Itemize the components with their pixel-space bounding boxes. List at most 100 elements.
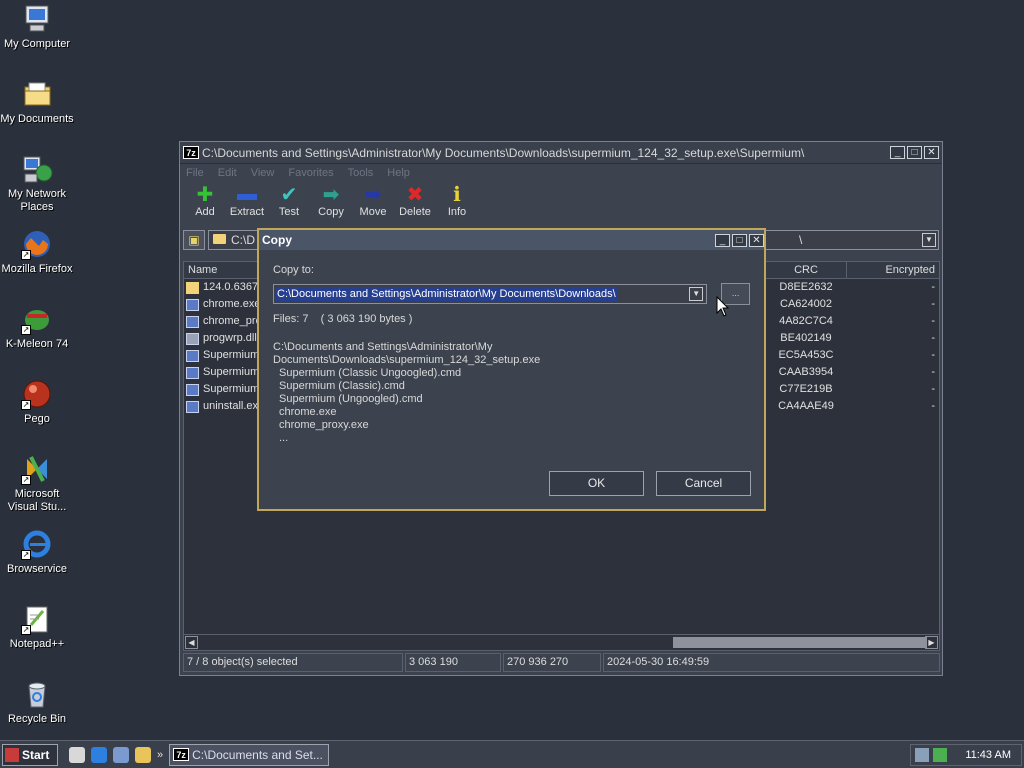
copy-dialog: Copy _ □ ✕ Copy to: C:\Documents and Set… [257, 228, 766, 511]
window-titlebar[interactable]: 7z C:\Documents and Settings\Administrat… [180, 142, 942, 164]
desktop-icon-network-places[interactable]: My Network Places [0, 153, 74, 214]
row-crc: EC5A453C [778, 349, 834, 361]
files-info: Files: 7 ( 3 063 190 bytes ) [273, 313, 413, 325]
column-name[interactable]: Name [184, 262, 268, 278]
desktop-icon-label: My Documents [0, 113, 74, 125]
quick-launch-more[interactable]: » [157, 749, 163, 761]
security-tray-icon[interactable] [933, 747, 947, 762]
info-icon: ℹ [453, 183, 461, 206]
extract-button[interactable]: ▬ Extract [226, 182, 268, 228]
desktop-icon-recycle-bin[interactable]: Recycle Bin [0, 678, 74, 726]
scroll-thumb[interactable] [673, 637, 927, 648]
visual-studio-icon: ↗ [21, 453, 53, 485]
menu-tools[interactable]: Tools [348, 167, 374, 179]
desktop-icon-label: Mozilla Firefox [1, 263, 73, 275]
maximize-button[interactable]: □ [907, 146, 922, 159]
horizontal-scrollbar[interactable]: ◀ ▶ [184, 634, 939, 650]
shortcut-arrow-icon: ↗ [21, 250, 31, 260]
menu-file[interactable]: File [186, 167, 204, 179]
quick-launch: » [66, 746, 163, 763]
destination-path-text: C:\Documents and Settings\Administrator\… [276, 287, 617, 301]
desktop-icon-firefox[interactable]: ↗ Mozilla Firefox [0, 228, 74, 276]
dll-file-icon [186, 332, 199, 345]
row-encrypted: - [931, 315, 935, 327]
desktop-icon-k-meleon[interactable]: ↗ K-Meleon 74 [0, 303, 74, 351]
chevron-down-icon[interactable]: ▼ [689, 287, 704, 301]
clock[interactable]: 11:43 AM [965, 749, 1011, 761]
pego-icon: ↗ [21, 378, 53, 410]
column-crc[interactable]: CRC [765, 262, 847, 278]
dialog-minimize-button[interactable]: _ [715, 233, 730, 247]
menu-view[interactable]: View [251, 167, 275, 179]
exe-file-icon [186, 315, 199, 328]
address-text: C:\D [231, 233, 255, 247]
network-tray-icon[interactable] [915, 747, 929, 762]
show-desktop-icon[interactable] [69, 746, 85, 763]
list-item: chrome_proxy.exe [279, 419, 369, 431]
minimize-button[interactable]: _ [890, 146, 905, 159]
add-label: Add [195, 206, 215, 218]
list-item: Supermium (Classic Ungoogled).cmd [279, 367, 462, 379]
move-arrow-icon: ➡ [364, 183, 382, 206]
shortcut-arrow-icon: ↗ [21, 400, 31, 410]
status-packed: 270 936 270 [503, 653, 601, 672]
add-button[interactable]: ✚ Add [184, 182, 226, 228]
address-tail-text: \ [799, 233, 803, 247]
info-button[interactable]: ℹ Info [436, 182, 478, 228]
ok-button[interactable]: OK [549, 471, 644, 496]
shortcut-arrow-icon: ↗ [21, 475, 31, 485]
dialog-maximize-button[interactable]: □ [732, 233, 747, 247]
cmd-file-icon [186, 366, 199, 379]
row-crc: CA4AAE49 [778, 400, 834, 412]
dialog-title: Copy [262, 233, 292, 247]
desktop-icon-my-documents[interactable]: My Documents [0, 78, 74, 126]
scroll-left-icon[interactable]: ◀ [185, 636, 198, 649]
computer-icon [21, 3, 53, 35]
taskbar-item-7zip[interactable]: 7z C:\Documents and Set... [169, 743, 330, 766]
dialog-titlebar[interactable]: Copy _ □ ✕ [259, 230, 764, 250]
checkmark-icon: ✔ [280, 183, 298, 206]
menu-favorites[interactable]: Favorites [288, 167, 333, 179]
status-size: 3 063 190 [405, 653, 501, 672]
menu-edit[interactable]: Edit [218, 167, 237, 179]
row-crc: BE402149 [780, 332, 832, 344]
delete-button[interactable]: ✖ Delete [394, 182, 436, 228]
desktop-icon-visual-studio[interactable]: ↗ Microsoft Visual Stu... [0, 453, 74, 514]
status-date: 2024-05-30 16:49:59 [603, 653, 940, 672]
scroll-right-icon[interactable]: ▶ [925, 636, 938, 649]
taskbar-item-label: C:\Documents and Set... [192, 747, 323, 762]
taskbar: Start » 7z C:\Documents and Set... 11:43… [0, 740, 1024, 768]
close-button[interactable]: ✕ [924, 146, 939, 159]
desktop-icon-my-computer[interactable]: My Computer [0, 3, 74, 51]
chevron-down-icon[interactable]: ▼ [922, 233, 936, 247]
column-encrypted[interactable]: Encrypted [847, 262, 939, 278]
desktop-icon-pego[interactable]: ↗ Pego [0, 378, 74, 426]
list-item: Supermium (Ungoogled).cmd [279, 393, 423, 405]
desktop-icon-label: Recycle Bin [7, 713, 67, 725]
toolbar: ✚ Add ▬ Extract ✔ Test ➡ Copy ➡ Move ✖ D… [180, 182, 942, 228]
start-button[interactable]: Start [2, 743, 58, 766]
up-folder-button[interactable]: ▣ [183, 230, 205, 250]
copy-button[interactable]: ➡ Copy [310, 182, 352, 228]
dialog-close-button[interactable]: ✕ [749, 233, 764, 247]
row-name: chrome.exe [203, 298, 261, 310]
row-name: progwrp.dll [203, 332, 257, 344]
search-icon[interactable] [135, 746, 151, 763]
outlook-express-icon[interactable] [113, 746, 129, 763]
internet-explorer-icon: ↗ [21, 528, 53, 560]
row-name: uninstall.ex [203, 400, 259, 412]
test-button[interactable]: ✔ Test [268, 182, 310, 228]
menu-help[interactable]: Help [387, 167, 410, 179]
shortcut-arrow-icon: ↗ [21, 325, 31, 335]
desktop-icon-notepad-plus-plus[interactable]: ↗ Notepad++ [0, 603, 74, 651]
minus-icon: ▬ [237, 182, 257, 205]
destination-path-combobox[interactable]: C:\Documents and Settings\Administrator\… [273, 284, 708, 304]
menu-bar: File Edit View Favorites Tools Help [180, 164, 942, 182]
system-tray: 11:43 AM [910, 743, 1022, 766]
move-button[interactable]: ➡ Move [352, 182, 394, 228]
shortcut-arrow-icon: ↗ [21, 550, 31, 560]
desktop-icon-browservice[interactable]: ↗ Browservice [0, 528, 74, 576]
cancel-button[interactable]: Cancel [656, 471, 751, 496]
internet-explorer-icon[interactable] [91, 746, 107, 763]
row-name: 124.0.6367 [203, 281, 259, 293]
